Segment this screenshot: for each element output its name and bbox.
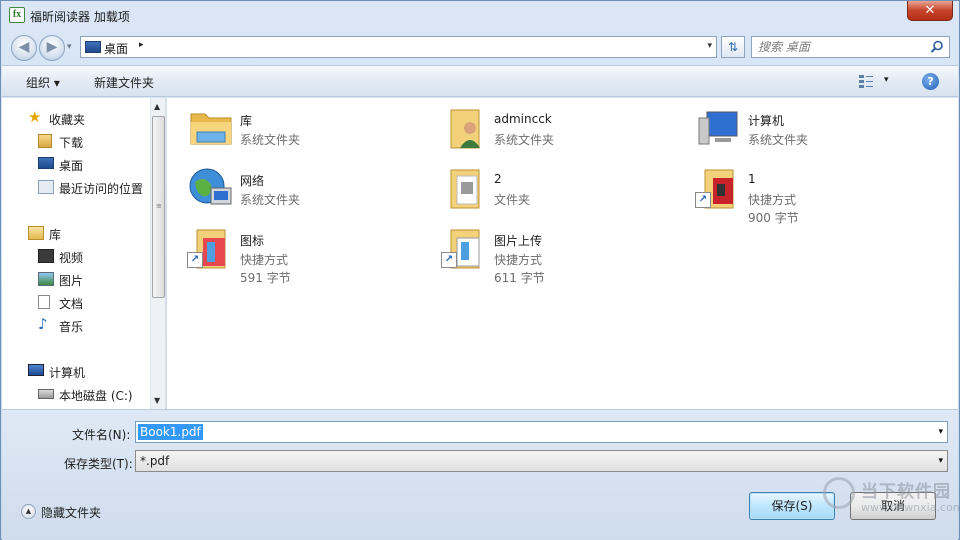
filename-field[interactable]: Book1.pdf ▾	[135, 421, 948, 443]
shortcut-arrow-icon: ↗	[187, 252, 203, 268]
forward-arrow-icon: ▶	[46, 39, 58, 55]
new-folder-button[interactable]: 新建文件夹	[94, 74, 154, 91]
document-library-icon	[38, 295, 50, 309]
library-icon	[28, 226, 44, 240]
save-dialog: fx 福昕阅读器 加载项 ✕ ◀ ▶ ▾ 桌面 ▸ ▾ ⇅ 组织 ▾ 新建文件夹	[0, 0, 960, 540]
refresh-button[interactable]: ⇅	[721, 36, 745, 58]
filename-dropdown-icon[interactable]: ▾	[938, 427, 943, 437]
shortcut-arrow-icon: ↗	[695, 192, 711, 208]
watermark-url: www.downxia.com	[861, 501, 960, 514]
network-globe-icon	[189, 168, 232, 205]
foxit-app-icon: fx	[9, 7, 25, 23]
command-toolbar: 组织 ▾ 新建文件夹 ▾ ?	[2, 65, 958, 97]
organize-menu[interactable]: 组织 ▾	[26, 74, 60, 91]
hard-drive-icon	[38, 389, 54, 399]
breadcrumb-arrow-icon[interactable]: ▸	[139, 40, 144, 50]
list-item-admincck[interactable]: admincck 系统文件夹	[421, 98, 661, 152]
help-icon[interactable]: ?	[922, 73, 939, 90]
list-item-computer[interactable]: 计算机 系统文件夹	[675, 98, 915, 152]
search-box[interactable]	[751, 36, 950, 58]
back-arrow-icon: ◀	[18, 39, 30, 55]
view-options-icon[interactable]	[859, 74, 873, 88]
list-item-network[interactable]: 网络 系统文件夹	[167, 158, 407, 212]
refresh-icon: ⇅	[727, 40, 739, 54]
window-title: 福昕阅读器 加载项	[30, 10, 130, 24]
filetype-dropdown-icon[interactable]: ▾	[938, 456, 943, 466]
watermark-logo-icon	[823, 477, 855, 509]
title-bar: fx 福昕阅读器 加载项 ✕	[1, 1, 959, 31]
star-icon: ★	[28, 108, 42, 126]
user-folder-icon	[450, 109, 480, 149]
shortcut-arrow-icon: ↗	[441, 252, 457, 268]
filetype-label: 保存类型(T):	[64, 457, 133, 471]
filename-value[interactable]: Book1.pdf	[138, 424, 203, 440]
address-dropdown-icon[interactable]: ▾	[707, 41, 712, 51]
search-icon[interactable]	[930, 40, 944, 54]
filetype-select[interactable]: *.pdf ▾	[135, 450, 948, 472]
filetype-value: *.pdf	[140, 454, 170, 468]
list-item-folder-2[interactable]: 2 文件夹	[421, 158, 661, 212]
navigation-pane: ★ 收藏夹 下载 桌面 最近访问的位置 库 视频 图片 文档 ♪ 音乐 计算机 …	[2, 98, 166, 409]
forward-button[interactable]: ▶	[39, 35, 65, 61]
folder-icon	[450, 169, 480, 209]
collapse-up-icon: ▲	[21, 504, 36, 519]
list-item-libraries[interactable]: 库 系统文件夹	[167, 98, 407, 152]
library-folder-icon	[190, 113, 232, 145]
computer-icon	[698, 111, 738, 145]
watermark-text: 当下软件园	[861, 482, 951, 502]
computer-icon	[28, 364, 44, 376]
nav-scrollbar[interactable]: ▲ ≡ ▼	[150, 98, 165, 409]
filename-label: 文件名(N):	[72, 428, 131, 442]
address-bar[interactable]: 桌面 ▸ ▾	[80, 36, 717, 58]
file-list: 库 系统文件夹 admincck 系统文件夹 计算机 系统文件夹 网络 系统文件…	[167, 98, 958, 409]
video-library-icon	[38, 249, 54, 263]
close-button[interactable]: ✕	[907, 1, 953, 21]
list-item-image-upload[interactable]: ↗ 图片上传 快捷方式 611 字节	[421, 218, 661, 285]
watermark: 当下软件园 www.downxia.com	[823, 471, 960, 521]
list-item-shortcut-1[interactable]: ↗ 1 快捷方式 900 字节	[675, 158, 915, 225]
picture-library-icon	[38, 272, 54, 286]
recent-places-icon	[38, 180, 54, 194]
music-note-icon: ♪	[38, 315, 48, 333]
save-form: 文件名(N): Book1.pdf ▾ 保存类型(T): *.pdf ▾ ▲ 隐…	[2, 409, 958, 540]
back-button[interactable]: ◀	[11, 35, 37, 61]
downloads-folder-icon	[38, 134, 52, 148]
recent-locations-dropdown[interactable]: ▾	[67, 42, 72, 52]
list-item-icons[interactable]: ↗ 图标 快捷方式 591 字节	[167, 218, 407, 285]
search-input[interactable]	[758, 40, 928, 54]
desktop-icon	[38, 157, 54, 169]
desktop-icon	[85, 41, 101, 53]
address-location[interactable]: 桌面	[104, 40, 128, 57]
view-dropdown-icon[interactable]: ▾	[884, 75, 889, 85]
scroll-down-icon[interactable]: ▼	[154, 396, 160, 405]
grip-icon: ≡	[156, 202, 162, 210]
scroll-thumb[interactable]: ≡	[152, 116, 165, 298]
scroll-up-icon[interactable]: ▲	[154, 102, 160, 111]
